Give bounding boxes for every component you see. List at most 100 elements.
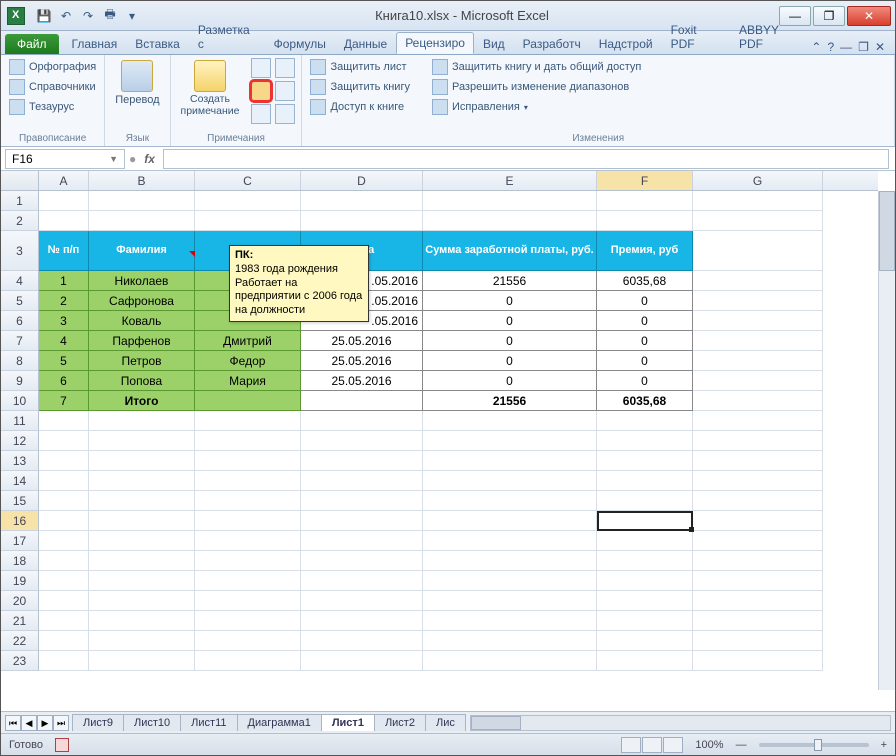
ribbon: Орфография Справочники Тезаурус Правопис… [1, 55, 895, 147]
horizontal-scrollbar[interactable] [470, 715, 891, 731]
tab-abbyy[interactable]: ABBYY PDF [730, 19, 811, 54]
protect-share-button[interactable]: Защитить книгу и дать общий доступ [430, 58, 643, 76]
sheet-tab[interactable]: Лист2 [374, 714, 426, 731]
view-layout-button[interactable] [642, 737, 662, 753]
zoom-slider[interactable] [759, 743, 869, 747]
maximize-button[interactable]: ❐ [813, 6, 845, 26]
group-changes: Защитить лист Защитить книгу Доступ к кн… [302, 55, 895, 146]
book-icon [9, 79, 25, 95]
tab-developer[interactable]: Разработч [514, 33, 590, 54]
col-G[interactable]: G [693, 171, 823, 190]
group-label-changes: Изменения [308, 131, 888, 144]
tab-home[interactable]: Главная [63, 33, 127, 54]
col-A[interactable]: A [39, 171, 89, 190]
show-comment-button[interactable] [275, 81, 295, 101]
doc-max-button[interactable]: ❐ [858, 40, 869, 54]
doc-min-button[interactable]: — [840, 40, 852, 54]
next-comment-button[interactable] [251, 81, 271, 101]
qat-redo[interactable]: ↷ [79, 7, 97, 25]
tab-formulas[interactable]: Формулы [265, 33, 335, 54]
sheet-nav-next[interactable]: ▶ [37, 715, 53, 731]
sheet-tab[interactable]: Лист11 [180, 714, 237, 731]
sheet-tab[interactable]: Лист9 [72, 714, 124, 731]
fx-icon[interactable]: fx [144, 152, 155, 166]
spelling-button[interactable]: Орфография [7, 58, 98, 76]
doc-close-button[interactable]: ✕ [875, 40, 885, 54]
protect-sheet-button[interactable]: Защитить лист [308, 58, 412, 76]
tab-addins[interactable]: Надстрой [590, 33, 662, 54]
sheet-nav-first[interactable]: ⏮ [5, 715, 21, 731]
zoom-in-button[interactable]: + [881, 739, 887, 751]
tab-view[interactable]: Вид [474, 33, 514, 54]
group-proofing: Орфография Справочники Тезаурус Правопис… [1, 55, 105, 146]
thesaurus-button[interactable]: Тезаурус [7, 98, 98, 116]
qat-undo[interactable]: ↶ [57, 7, 75, 25]
qat-print[interactable]: 🖶 [101, 7, 119, 25]
sheet-tab[interactable]: Лист10 [123, 714, 181, 731]
excel-icon [7, 7, 25, 25]
sheet-nav-prev[interactable]: ◀ [21, 715, 37, 731]
show-ink-button[interactable] [275, 104, 295, 124]
share-book-icon [310, 99, 326, 115]
name-box[interactable]: F16▼ [5, 149, 125, 169]
zoom-out-button[interactable]: — [736, 739, 747, 751]
prev-comment-button[interactable] [275, 58, 295, 78]
protect-share-icon [432, 59, 448, 75]
translate-button[interactable]: Перевод [111, 58, 163, 108]
close-button[interactable]: ✕ [847, 6, 891, 26]
row-1[interactable]: 1 [1, 191, 39, 211]
track-changes-button[interactable]: Исправления ▾ [430, 98, 643, 116]
worksheet-grid[interactable]: A B C D E F G 1 2 3 № п/п Фамилия Имя Да… [1, 171, 895, 707]
sheet-nav-last[interactable]: ⏭ [53, 715, 69, 731]
new-comment-icon [194, 60, 226, 92]
tab-data[interactable]: Данные [335, 33, 396, 54]
group-label-comments: Примечания [177, 131, 296, 144]
group-label-language: Язык [111, 131, 163, 144]
qat-more[interactable]: ▾ [123, 7, 141, 25]
scroll-thumb[interactable] [879, 191, 895, 271]
qat-save[interactable]: 💾 [35, 7, 53, 25]
col-E[interactable]: E [423, 171, 597, 190]
tab-insert[interactable]: Вставка [126, 33, 189, 54]
delete-comment-button[interactable] [251, 58, 271, 78]
tab-review[interactable]: Рецензиро [396, 32, 474, 54]
lock-sheet-icon [310, 59, 326, 75]
col-C[interactable]: C [195, 171, 301, 190]
sheet-tab-bar: ⏮ ◀ ▶ ⏭ Лист9 Лист10 Лист11 Диаграмма1 Л… [1, 711, 895, 733]
comment-indicator-icon [189, 251, 195, 257]
col-D[interactable]: D [301, 171, 423, 190]
sheet-tab-active[interactable]: Лист1 [321, 714, 375, 731]
sheet-tab[interactable]: Диаграмма1 [237, 714, 322, 731]
formula-input[interactable] [163, 149, 889, 169]
vertical-scrollbar[interactable] [878, 191, 895, 690]
help-button[interactable]: ? [827, 40, 834, 54]
minimize-ribbon-button[interactable]: ⌃ [811, 40, 821, 54]
abc-icon [9, 59, 25, 75]
thesaurus-icon [9, 99, 25, 115]
th-num: № п/п [39, 231, 89, 271]
share-workbook-button[interactable]: Доступ к книге [308, 98, 412, 116]
allow-ranges-icon [432, 79, 448, 95]
col-B[interactable]: B [89, 171, 195, 190]
th-fam: Фамилия [89, 231, 195, 271]
new-comment-button[interactable]: Создать примечание [177, 58, 244, 119]
zoom-level[interactable]: 100% [695, 739, 723, 751]
show-all-comments-button[interactable] [251, 104, 271, 124]
research-button[interactable]: Справочники [7, 78, 98, 96]
view-break-button[interactable] [663, 737, 683, 753]
sheet-tab[interactable]: Лис [425, 714, 466, 731]
tab-foxit[interactable]: Foxit PDF [662, 19, 730, 54]
col-F[interactable]: F [597, 171, 693, 190]
macro-record-icon[interactable] [55, 738, 69, 752]
select-all-corner[interactable] [1, 171, 39, 190]
allow-ranges-button[interactable]: Разрешить изменение диапазонов [430, 78, 643, 96]
group-label-proofing: Правописание [7, 131, 98, 144]
view-normal-button[interactable] [621, 737, 641, 753]
ribbon-tabs: Файл Главная Вставка Разметка с Формулы … [1, 31, 895, 55]
protect-workbook-button[interactable]: Защитить книгу [308, 78, 412, 96]
quick-access-toolbar: 💾 ↶ ↷ 🖶 ▾ [31, 7, 145, 25]
tab-layout[interactable]: Разметка с [189, 19, 265, 54]
status-ready: Готово [9, 739, 43, 751]
file-tab[interactable]: Файл [5, 34, 59, 54]
translate-icon [121, 60, 153, 92]
